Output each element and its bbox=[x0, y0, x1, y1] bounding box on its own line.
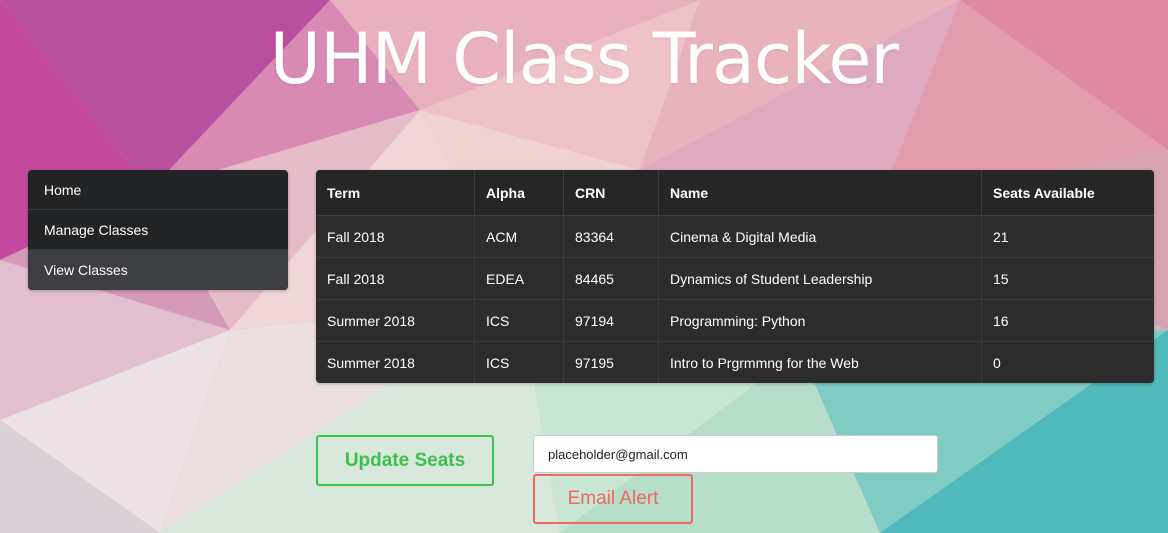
column-header-seats: Seats Available bbox=[981, 170, 1154, 216]
column-header-name: Name bbox=[658, 170, 982, 216]
table-header-row: Term Alpha CRN Name Seats Available bbox=[316, 170, 1154, 216]
classes-table: Term Alpha CRN Name Seats Available Fall… bbox=[316, 170, 1154, 383]
table-row: Fall 2018 ACM 83364 Cinema & Digital Med… bbox=[316, 215, 1154, 258]
sidebar-nav: Home Manage Classes View Classes bbox=[28, 170, 288, 290]
cell-crn: 97194 bbox=[563, 299, 659, 342]
cell-alpha: ACM bbox=[474, 215, 564, 258]
cell-term: Summer 2018 bbox=[316, 341, 475, 383]
cell-crn: 84465 bbox=[563, 257, 659, 300]
cell-name: Cinema & Digital Media bbox=[658, 215, 982, 258]
table-row: Summer 2018 ICS 97194 Programming: Pytho… bbox=[316, 299, 1154, 342]
cell-term: Fall 2018 bbox=[316, 257, 475, 300]
nav-item-home[interactable]: Home bbox=[28, 170, 288, 210]
email-alert-button[interactable]: Email Alert bbox=[533, 474, 693, 524]
cell-alpha: EDEA bbox=[474, 257, 564, 300]
table-row: Fall 2018 EDEA 84465 Dynamics of Student… bbox=[316, 257, 1154, 300]
nav-item-manage-classes[interactable]: Manage Classes bbox=[28, 210, 288, 250]
column-header-alpha: Alpha bbox=[474, 170, 564, 216]
cell-seats: 21 bbox=[981, 215, 1154, 258]
cell-alpha: ICS bbox=[474, 341, 564, 383]
cell-name: Intro to Prgrmmng for the Web bbox=[658, 341, 982, 383]
column-header-term: Term bbox=[316, 170, 475, 216]
cell-name: Dynamics of Student Leadership bbox=[658, 257, 982, 300]
cell-term: Summer 2018 bbox=[316, 299, 475, 342]
cell-alpha: ICS bbox=[474, 299, 564, 342]
cell-seats: 16 bbox=[981, 299, 1154, 342]
cell-seats: 0 bbox=[993, 354, 1001, 371]
cell-crn: 97195 bbox=[563, 341, 659, 383]
email-field[interactable] bbox=[533, 435, 938, 473]
nav-item-view-classes[interactable]: View Classes bbox=[28, 250, 288, 290]
cell-seats: 15 bbox=[981, 257, 1154, 300]
cell-name: Programming: Python bbox=[658, 299, 982, 342]
table-row: Summer 2018 ICS 97195 Intro to Prgrmmng … bbox=[316, 341, 1154, 383]
cell-crn: 83364 bbox=[563, 215, 659, 258]
cell-term: Fall 2018 bbox=[316, 215, 475, 258]
page-title: UHM Class Tracker bbox=[269, 18, 899, 100]
update-seats-button[interactable]: Update Seats bbox=[316, 435, 494, 486]
column-header-crn: CRN bbox=[563, 170, 659, 216]
